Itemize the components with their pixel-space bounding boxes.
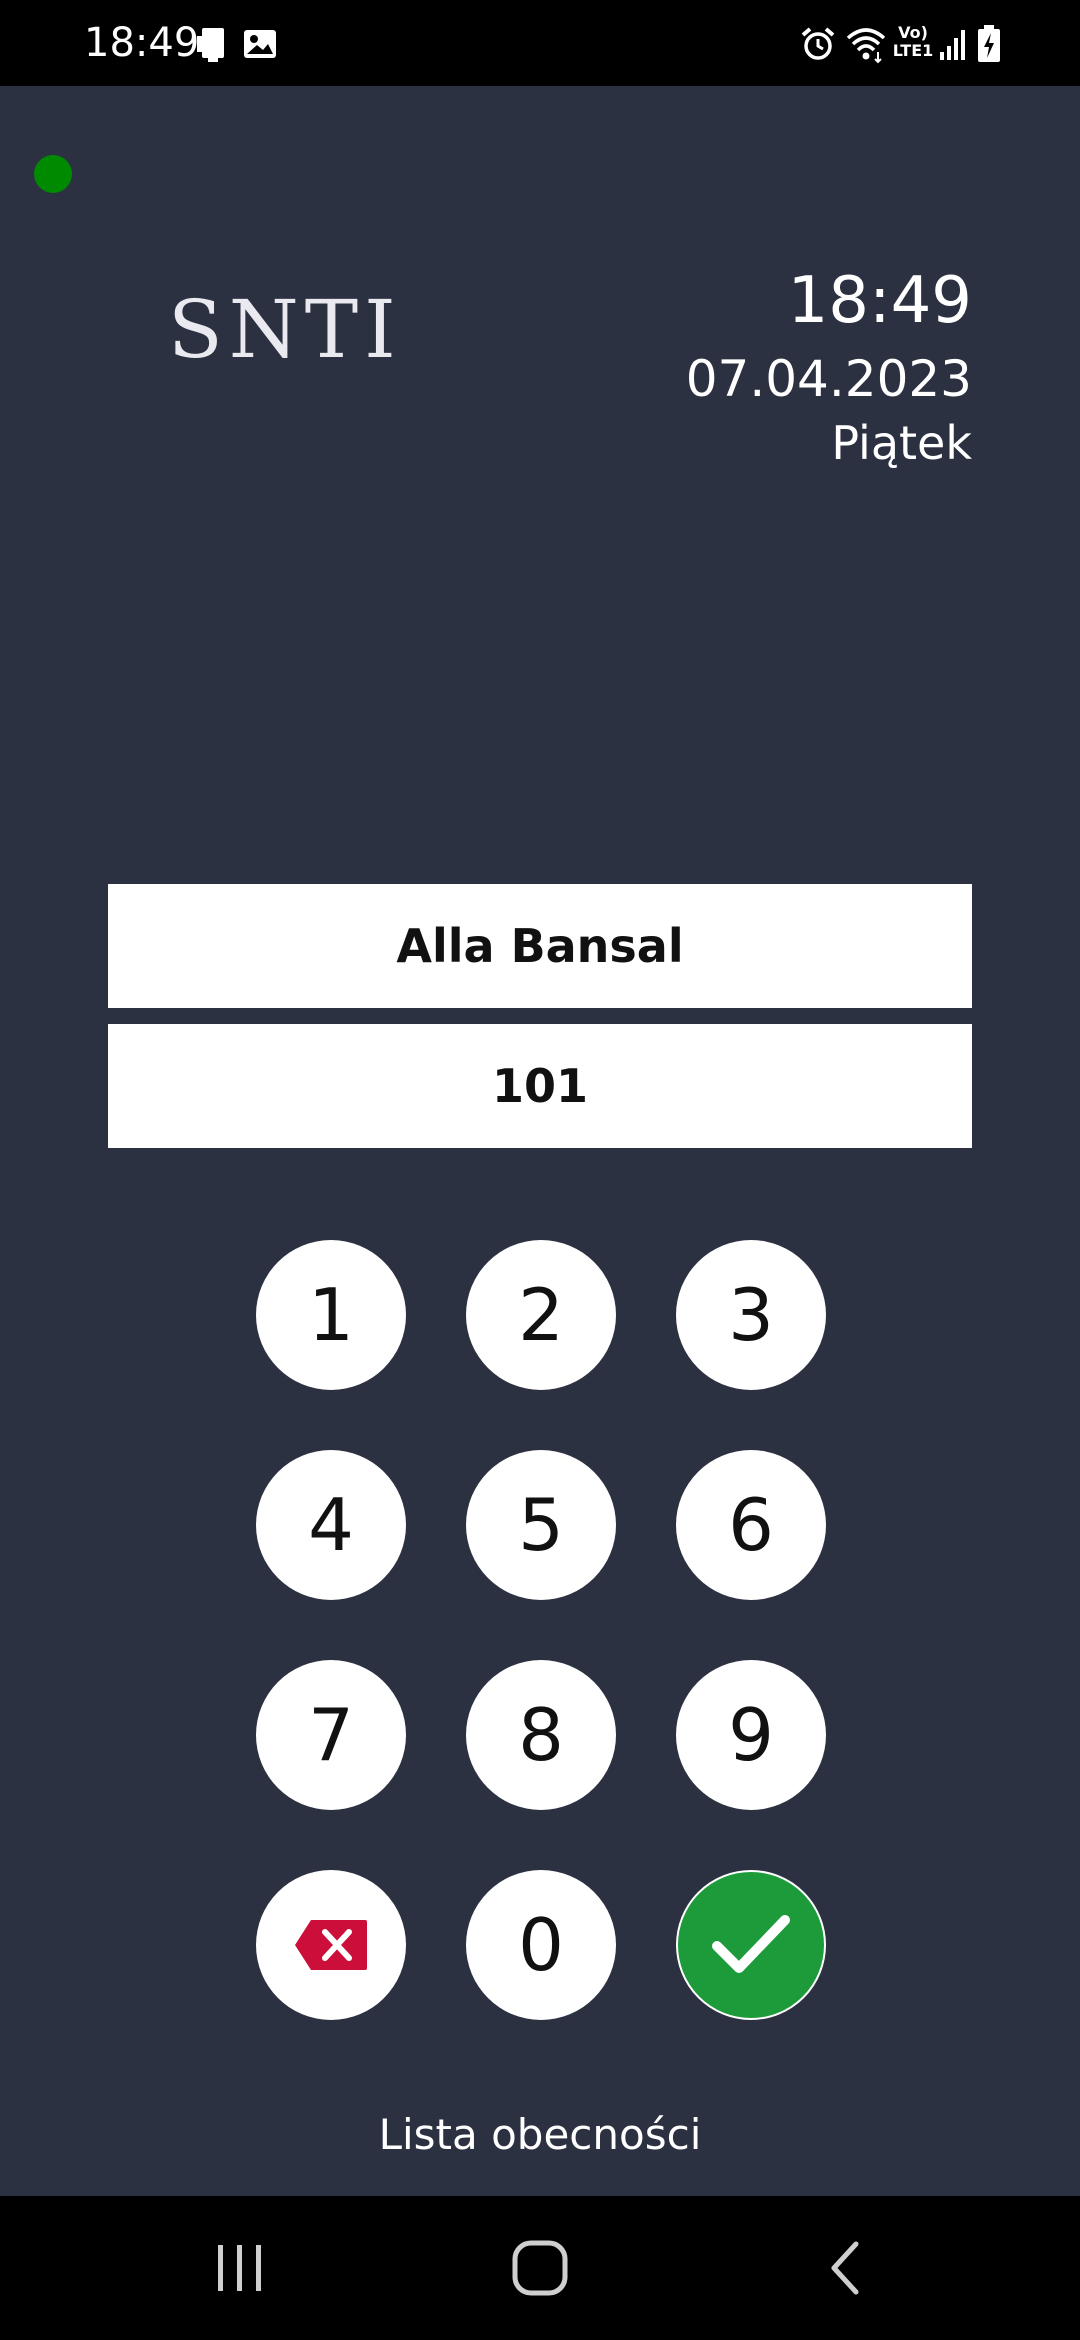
- keypad-key-3[interactable]: 3: [676, 1240, 826, 1390]
- wifi-icon: [846, 28, 886, 64]
- attendance-list-link[interactable]: Lista obecności: [0, 2110, 1080, 2159]
- recent-apps-icon: [218, 2245, 261, 2291]
- keypad-delete-button[interactable]: [256, 1870, 406, 2020]
- navigation-bar: [0, 2196, 1080, 2340]
- status-time: 18:49: [84, 20, 200, 66]
- keypad-key-5[interactable]: 5: [466, 1450, 616, 1600]
- keypad-key-0[interactable]: 0: [466, 1870, 616, 2020]
- keypad-key-8[interactable]: 8: [466, 1660, 616, 1810]
- signal-icon: [940, 30, 965, 60]
- company-logo: SNTI: [168, 283, 402, 376]
- home-icon: [512, 2240, 568, 2296]
- status-bar: 18:49 Vo) LTE1: [0, 0, 1080, 86]
- nfc-card-icon: [197, 28, 224, 62]
- keypad-key-9[interactable]: 9: [676, 1660, 826, 1810]
- clock-time: 18:49: [787, 264, 972, 338]
- keypad-key-7[interactable]: 7: [256, 1660, 406, 1810]
- connection-status-dot: [34, 155, 72, 193]
- image-icon: [244, 30, 276, 58]
- pin-code-field[interactable]: 101: [108, 1024, 972, 1148]
- home-button[interactable]: [500, 2238, 580, 2298]
- recent-apps-button[interactable]: [200, 2238, 280, 2298]
- back-icon: [831, 2241, 859, 2295]
- employee-name-field: Alla Bansal: [108, 884, 972, 1008]
- volte-lte-icon: Vo) LTE1: [890, 24, 936, 64]
- clock-weekday: Piątek: [831, 416, 972, 470]
- checkmark-icon: [712, 1915, 790, 1973]
- keypad-key-6[interactable]: 6: [676, 1450, 826, 1600]
- lte-label: LTE1: [892, 41, 934, 60]
- alarm-icon: [801, 27, 835, 60]
- keypad-confirm-button[interactable]: [676, 1870, 826, 2020]
- volte-label: Vo): [898, 23, 928, 42]
- app-screen: 18:49 Vo) LTE1 SNTI 18:49 07.04.2023 Pią…: [0, 0, 1080, 2340]
- keypad-key-1[interactable]: 1: [256, 1240, 406, 1390]
- keypad-key-4[interactable]: 4: [256, 1450, 406, 1600]
- battery-charging-icon: [978, 25, 1000, 62]
- backspace-icon: [295, 1920, 367, 1970]
- clock-block: 18:49 07.04.2023 Piątek: [686, 262, 972, 472]
- back-button[interactable]: [804, 2238, 884, 2298]
- keypad-key-2[interactable]: 2: [466, 1240, 616, 1390]
- clock-date: 07.04.2023: [685, 350, 972, 408]
